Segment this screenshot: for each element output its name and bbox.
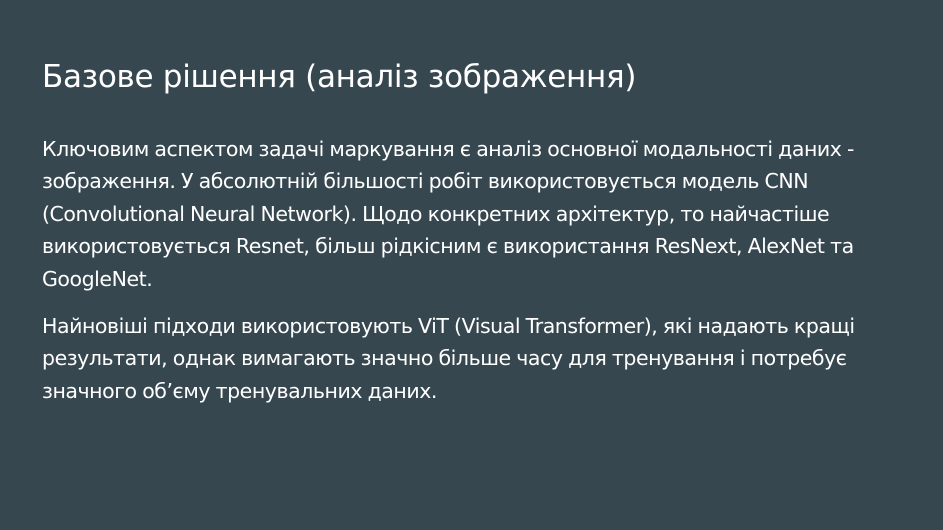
body-paragraph: Ключовим аспектом задачі маркування є ан… [42,137,854,291]
slide-title: Базове рішення (аналіз зображення) [42,59,637,95]
body-paragraph: Найновіші підходи використовують ViT (Vi… [42,314,855,403]
slide-body: Ключовим аспектом задачі маркування є ан… [42,133,902,407]
slide: Базове рішення (аналіз зображення) Ключо… [0,0,943,530]
